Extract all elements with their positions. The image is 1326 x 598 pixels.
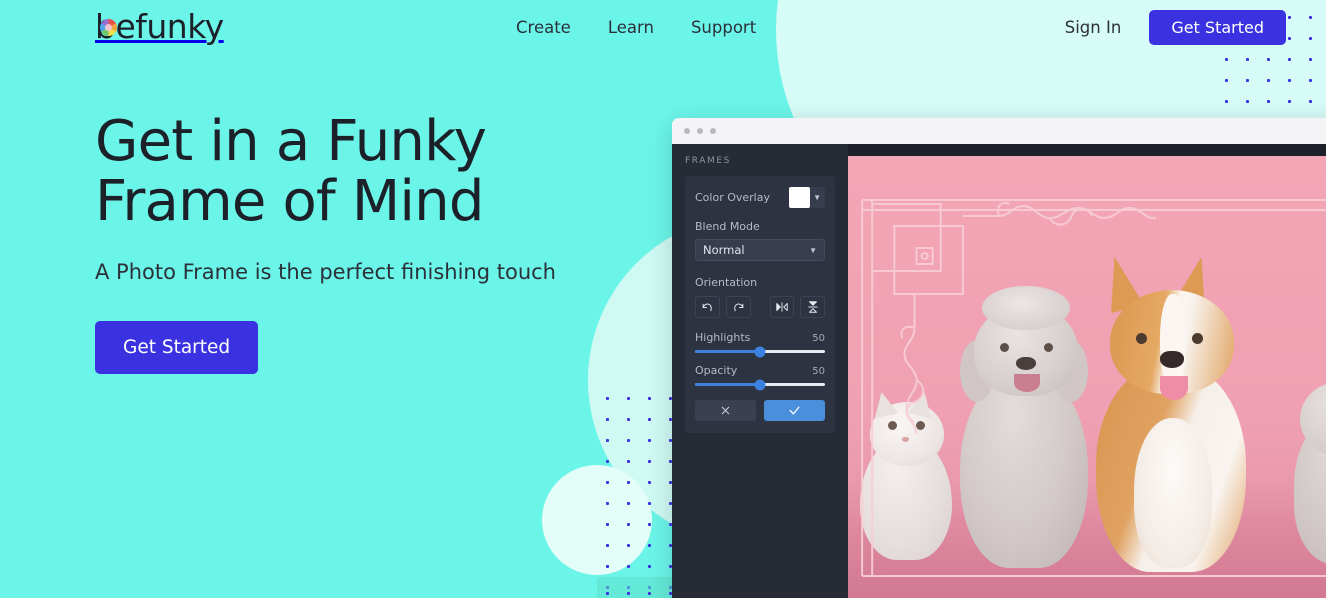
blend-mode-group: Blend Mode Normal ▼ bbox=[695, 217, 825, 261]
header-actions: Sign In Get Started bbox=[1065, 0, 1286, 54]
editor-window: FRAMES Color Overlay ▼ Blend Mode Normal bbox=[672, 118, 1326, 598]
highlights-slider[interactable] bbox=[695, 346, 825, 357]
opacity-slider-head: Opacity 50 bbox=[695, 364, 825, 377]
get-started-button-header[interactable]: Get Started bbox=[1149, 9, 1286, 45]
editor-body: FRAMES Color Overlay ▼ Blend Mode Normal bbox=[672, 144, 1326, 598]
flip-horizontal-icon[interactable] bbox=[769, 296, 795, 318]
page-title: Get in a Funky Frame of Mind bbox=[95, 109, 487, 234]
get-started-button-hero[interactable]: Get Started bbox=[95, 321, 259, 374]
main-nav: Create Learn Support bbox=[516, 0, 756, 54]
window-dot-maximize bbox=[710, 128, 716, 134]
aperture-icon bbox=[100, 19, 117, 36]
page-root: befunky Create Learn Support Sign In Get… bbox=[0, 0, 1326, 598]
window-dot-close bbox=[684, 128, 690, 134]
hero-section: Get in a Funky Frame of Mind A Photo Fra… bbox=[95, 112, 556, 374]
window-titlebar bbox=[672, 118, 1326, 144]
check-icon bbox=[789, 406, 800, 415]
flip-vertical-icon[interactable] bbox=[800, 296, 825, 318]
decor-circle-small bbox=[542, 465, 652, 575]
editor-canvas bbox=[848, 144, 1326, 598]
color-overlay-picker[interactable]: ▼ bbox=[789, 186, 825, 208]
blend-mode-label: Blend Mode bbox=[695, 220, 760, 233]
frames-options-card: Color Overlay ▼ Blend Mode Normal ▼ Orie… bbox=[685, 176, 835, 433]
color-overlay-row: Color Overlay ▼ bbox=[695, 186, 825, 208]
frames-panel: FRAMES Color Overlay ▼ Blend Mode Normal bbox=[672, 144, 848, 598]
nav-item-support[interactable]: Support bbox=[691, 18, 756, 37]
blend-mode-select[interactable]: Normal ▼ bbox=[695, 239, 825, 261]
highlights-slider-head: Highlights 50 bbox=[695, 331, 825, 344]
opacity-slider[interactable] bbox=[695, 379, 825, 390]
color-overlay-label: Color Overlay bbox=[695, 190, 770, 204]
close-icon bbox=[721, 406, 730, 415]
panel-actions bbox=[695, 400, 825, 421]
framed-photo[interactable] bbox=[848, 156, 1326, 598]
highlights-label: Highlights bbox=[695, 331, 751, 344]
blend-mode-value: Normal bbox=[703, 243, 745, 257]
apply-button[interactable] bbox=[764, 400, 825, 421]
opacity-slider-handle[interactable] bbox=[754, 379, 766, 390]
ornate-frame-overlay bbox=[861, 199, 1326, 577]
orientation-group: Orientation bbox=[695, 273, 825, 318]
color-swatch[interactable] bbox=[789, 186, 811, 208]
rotate-left-icon[interactable] bbox=[695, 296, 720, 318]
sign-in-link[interactable]: Sign In bbox=[1065, 18, 1122, 37]
window-dot-minimize bbox=[697, 128, 703, 134]
opacity-slider-fill bbox=[695, 383, 760, 386]
opacity-label: Opacity bbox=[695, 364, 738, 377]
highlights-slider-group: Highlights 50 bbox=[695, 331, 825, 357]
opacity-value: 50 bbox=[812, 366, 825, 377]
hero-subhead: A Photo Frame is the perfect finishing t… bbox=[95, 260, 556, 284]
site-header: befunky Create Learn Support Sign In Get… bbox=[0, 0, 1326, 54]
highlights-slider-handle[interactable] bbox=[754, 346, 766, 357]
brand-logo[interactable]: befunky bbox=[95, 8, 224, 44]
chevron-down-icon: ▼ bbox=[813, 192, 821, 202]
nav-item-create[interactable]: Create bbox=[516, 18, 571, 37]
panel-title: FRAMES bbox=[685, 156, 731, 166]
orientation-label: Orientation bbox=[695, 276, 758, 289]
nav-item-learn[interactable]: Learn bbox=[608, 18, 654, 37]
highlights-slider-fill bbox=[695, 350, 760, 353]
highlights-value: 50 bbox=[812, 333, 825, 344]
chevron-down-icon: ▼ bbox=[809, 245, 817, 255]
cancel-button[interactable] bbox=[695, 400, 756, 421]
opacity-slider-group: Opacity 50 bbox=[695, 364, 825, 390]
orientation-buttons bbox=[695, 296, 825, 318]
rotate-right-icon[interactable] bbox=[725, 296, 751, 318]
